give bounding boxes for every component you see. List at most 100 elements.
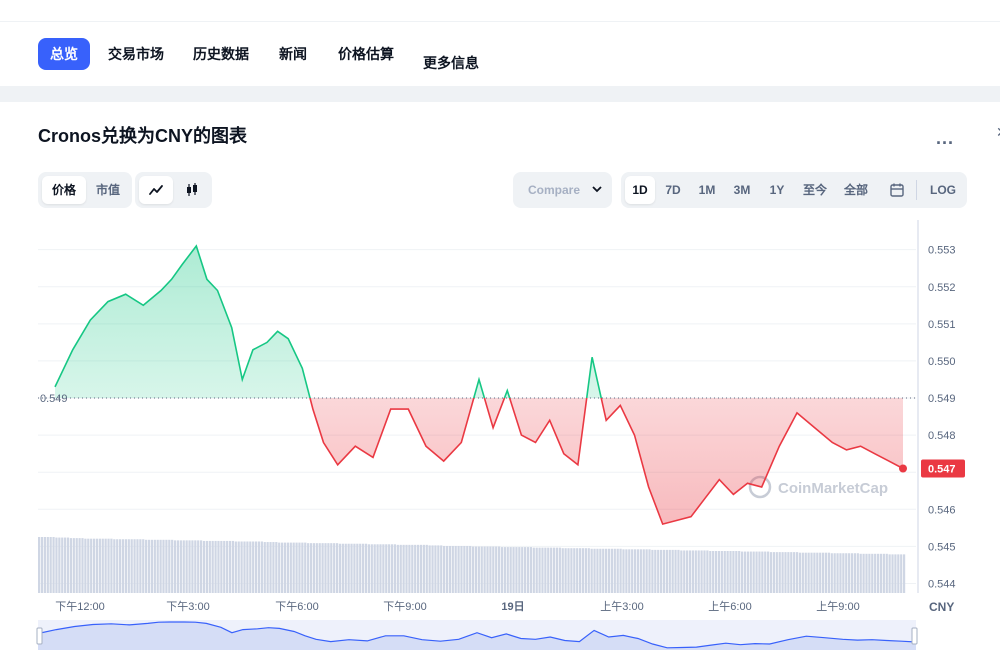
volume-bar (732, 551, 735, 593)
tab-overview[interactable]: 总览 (38, 38, 90, 70)
price-area-fills (55, 246, 903, 525)
volume-bar (486, 546, 489, 593)
price-area-up (55, 246, 903, 399)
range-3m-button[interactable]: 3M (727, 176, 757, 204)
volume-bar (370, 544, 373, 593)
volume-bar (833, 553, 836, 593)
volume-bar (584, 548, 587, 593)
tab-news[interactable]: 新闻 (267, 38, 319, 70)
volume-bar (599, 548, 602, 593)
volume-bar (610, 548, 614, 593)
volume-bar (165, 539, 168, 593)
y-tick-label: 0.548 (928, 430, 956, 442)
volume-bar (564, 548, 567, 593)
date-range-button[interactable] (883, 176, 911, 204)
range-divider (916, 180, 917, 200)
volume-bars (38, 537, 906, 593)
volume-bar (827, 552, 830, 593)
volume-bar (616, 548, 619, 593)
volume-bar (457, 545, 460, 593)
range-1d-button[interactable]: 1D (625, 176, 655, 204)
y-tick-label: 0.545 (928, 541, 956, 553)
range-1m-button[interactable]: 1M (692, 176, 722, 204)
volume-bar (393, 544, 397, 593)
volume-bar (228, 540, 232, 593)
volume-bar (871, 553, 874, 593)
range-all-button[interactable]: 全部 (838, 176, 874, 204)
tab-historical-data[interactable]: 历史数据 (181, 38, 261, 70)
volume-bar (821, 552, 825, 593)
volume-bar (217, 540, 220, 593)
volume-bar (307, 543, 310, 593)
y-tick-label: 0.549 (928, 393, 956, 405)
volume-bar (240, 541, 243, 593)
range-ytd-button[interactable]: 至今 (797, 176, 833, 204)
volume-bar (735, 551, 738, 593)
volume-bar (49, 537, 52, 593)
price-toggle-button[interactable]: 价格 (42, 176, 86, 204)
volume-bar (315, 543, 318, 593)
compare-dropdown[interactable]: Compare (513, 172, 612, 208)
y-tick-label: 0.552 (928, 282, 956, 294)
volume-bar (657, 549, 660, 593)
volume-bar (205, 540, 208, 593)
volume-bar (645, 549, 648, 593)
volume-bar (767, 551, 770, 593)
volume-bar (194, 540, 197, 593)
volume-bar (876, 553, 880, 593)
volume-bar (845, 553, 848, 593)
volume-bar (781, 552, 784, 593)
volume-bar (376, 544, 379, 593)
volume-bar (281, 542, 284, 593)
volume-bar (862, 553, 865, 593)
range-navigator[interactable] (36, 620, 918, 650)
volume-bar (816, 552, 819, 593)
chart-title: Cronos兑换为CNY的图表 (38, 126, 248, 146)
volume-bar (850, 553, 854, 593)
volume-bar (208, 540, 211, 593)
volume-bar (333, 543, 336, 593)
volume-bar (252, 541, 255, 593)
volume-bar (46, 537, 49, 593)
volume-bar (200, 540, 203, 593)
volume-bar (260, 541, 263, 593)
volume-bar (500, 547, 504, 593)
volume-bar (706, 550, 709, 593)
tab-markets[interactable]: 交易市场 (96, 38, 176, 70)
current-price-label: 0.547 (928, 463, 956, 475)
range-1y-button[interactable]: 1Y (762, 176, 792, 204)
range-7d-button[interactable]: 7D (658, 176, 688, 204)
volume-bar (810, 552, 813, 593)
market-cap-toggle-button[interactable]: 市值 (88, 176, 128, 204)
volume-bar (341, 543, 344, 593)
volume-bar (156, 539, 159, 593)
price-chart[interactable]: CoinMarketCap 0.553 0.552 0.551 0.550 0.549 0… (0, 210, 1000, 650)
volume-bar (431, 545, 434, 593)
log-scale-button[interactable]: LOG (923, 176, 963, 204)
volume-bar (425, 544, 428, 593)
volume-bar (790, 552, 793, 593)
volume-bar (593, 548, 596, 593)
volume-bar (75, 538, 78, 593)
volume-bar (651, 549, 654, 593)
volume-bar (234, 541, 237, 593)
volume-bar (318, 543, 321, 593)
tab-more-info[interactable]: 更多信息 (411, 47, 491, 79)
candlestick-chart-button[interactable] (175, 176, 209, 204)
volume-bar (723, 551, 726, 593)
y-tick-label: 0.546 (928, 504, 956, 516)
volume-bar (691, 550, 695, 593)
x-axis: 下午12:00 下午3:00 下午6:00 下午9:00 19日 上午3:00 上午6:00… (55, 600, 954, 614)
y-tick-label: 0.553 (928, 245, 956, 257)
x-tick-label: 上午3:00 (600, 600, 643, 613)
more-options-button[interactable]: ... (936, 128, 954, 149)
line-chart-button[interactable] (139, 176, 173, 204)
volume-bar (116, 539, 119, 593)
volume-bar (283, 542, 287, 593)
volume-bar (573, 548, 576, 593)
volume-bar (347, 543, 350, 593)
volume-bar (518, 547, 521, 593)
tab-price-prediction[interactable]: 价格估算 (326, 38, 406, 70)
volume-bar (266, 542, 269, 593)
volume-bar (289, 542, 292, 593)
